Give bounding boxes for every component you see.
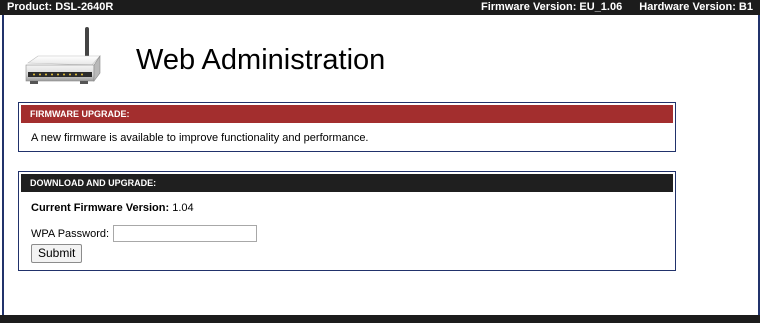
wpa-password-row: WPA Password: — [31, 225, 258, 242]
firmware-upgrade-header: FIRMWARE UPGRADE: — [21, 105, 673, 123]
download-upgrade-header: DOWNLOAD AND UPGRADE: — [21, 174, 673, 192]
submit-button[interactable]: Submit — [31, 244, 83, 263]
firmware-notice-text: A new firmware is available to improve f… — [31, 132, 369, 144]
download-upgrade-panel: DOWNLOAD AND UPGRADE: Current Firmware V… — [18, 171, 676, 271]
product-label: Product: DSL-2640R — [7, 1, 114, 13]
current-firmware-label: Current Firmware Version: — [31, 202, 170, 214]
firmware-version-label: Firmware Version: EU_1.06 — [480, 1, 623, 13]
hardware-version-label: Hardware Version: B1 — [639, 1, 753, 13]
version-info: Firmware Version: EU_1.06 Hardware Versi… — [481, 0, 753, 14]
firmware-upgrade-panel: FIRMWARE UPGRADE: A new firmware is avai… — [18, 102, 676, 152]
current-firmware-value: 1.04 — [172, 202, 194, 214]
wpa-password-input[interactable] — [113, 225, 258, 242]
top-bar: Product: DSL-2640R Firmware Version: EU_… — [0, 0, 760, 15]
wpa-password-label: WPA Password: — [31, 227, 110, 240]
router-icon — [24, 25, 104, 89]
bottom-bar — [0, 315, 760, 323]
page-title: Web Administration — [136, 44, 386, 76]
current-firmware-row: Current Firmware Version: 1.04 — [31, 202, 194, 214]
